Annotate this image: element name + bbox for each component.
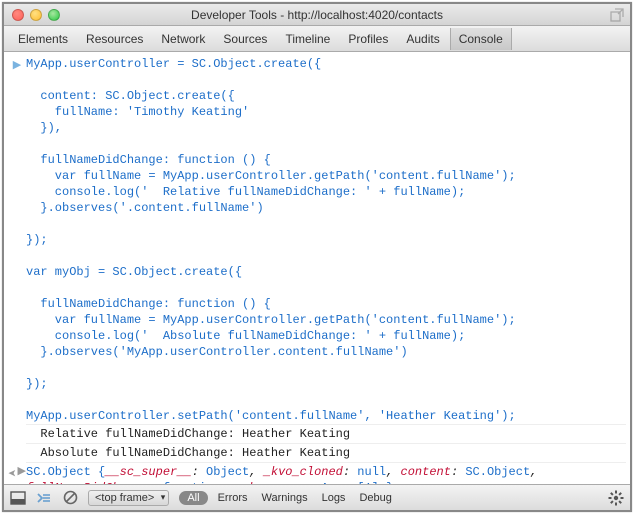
console-log-text: Absolute fullNameDidChange: Heather Keat… bbox=[26, 443, 626, 462]
tab-elements[interactable]: Elements bbox=[10, 28, 76, 50]
devtools-window: Developer Tools - http://localhost:4020/… bbox=[2, 2, 632, 512]
console-result-object[interactable]: SC.Object {__sc_super__: Object, _kvo_cl… bbox=[26, 462, 626, 484]
filter-all-button[interactable]: All bbox=[179, 491, 207, 505]
tab-console[interactable]: Console bbox=[450, 28, 512, 50]
popout-icon[interactable] bbox=[610, 8, 624, 22]
dock-toggle-icon[interactable] bbox=[10, 490, 26, 506]
tab-sources[interactable]: Sources bbox=[215, 28, 275, 50]
zoom-window-button[interactable] bbox=[48, 9, 60, 21]
settings-gear-icon[interactable] bbox=[608, 490, 624, 506]
tab-timeline[interactable]: Timeline bbox=[277, 28, 338, 50]
tab-audits[interactable]: Audits bbox=[398, 28, 447, 50]
filter-debug[interactable]: Debug bbox=[359, 492, 391, 504]
filter-errors[interactable]: Errors bbox=[218, 492, 248, 504]
console-log-row: Relative fullNameDidChange: Heather Keat… bbox=[4, 424, 630, 443]
filter-logs[interactable]: Logs bbox=[322, 492, 346, 504]
minimize-window-button[interactable] bbox=[30, 9, 42, 21]
console-input-code[interactable]: MyApp.userController = SC.Object.create(… bbox=[26, 56, 626, 424]
tab-resources[interactable]: Resources bbox=[78, 28, 151, 50]
expand-arrow-icon[interactable]: ▶ bbox=[17, 464, 25, 480]
filter-warnings[interactable]: Warnings bbox=[262, 492, 308, 504]
window-title: Developer Tools - http://localhost:4020/… bbox=[191, 8, 443, 22]
prompt-arrow-icon: ▶ bbox=[13, 58, 21, 74]
console-content[interactable]: ▶ MyApp.userController = SC.Object.creat… bbox=[4, 52, 630, 484]
console-toggle-icon[interactable] bbox=[36, 490, 52, 506]
tab-bar: ElementsResourcesNetworkSourcesTimelineP… bbox=[4, 26, 630, 52]
console-log-text: Relative fullNameDidChange: Heather Keat… bbox=[26, 424, 626, 443]
console-log-row: Absolute fullNameDidChange: Heather Keat… bbox=[4, 443, 630, 462]
console-result-row: ➤ ▶ SC.Object {__sc_super__: Object, _kv… bbox=[4, 462, 630, 484]
return-arrow-icon: ➤ bbox=[8, 463, 16, 479]
frame-selector[interactable]: <top frame> bbox=[88, 490, 169, 506]
titlebar: Developer Tools - http://localhost:4020/… bbox=[4, 4, 630, 26]
clear-console-icon[interactable] bbox=[62, 490, 78, 506]
footer-bar: <top frame> All Errors Warnings Logs Debug bbox=[4, 484, 630, 510]
tab-network[interactable]: Network bbox=[153, 28, 213, 50]
tab-profiles[interactable]: Profiles bbox=[340, 28, 396, 50]
traffic-lights bbox=[12, 9, 60, 21]
close-window-button[interactable] bbox=[12, 9, 24, 21]
console-input-row: ▶ MyApp.userController = SC.Object.creat… bbox=[4, 56, 630, 424]
